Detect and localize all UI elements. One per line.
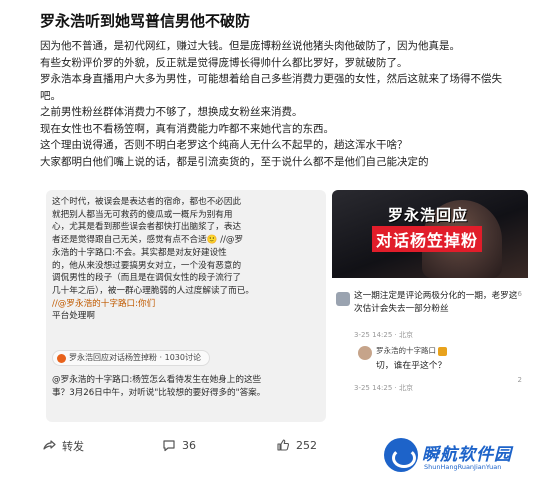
video-thumbnail: 罗永浩回应 对话杨笠掉粉 <box>332 190 528 278</box>
screenshot-image-left[interactable]: 这个时代，被误会是表达者的宿命，都也不必因此 就把别人都当无可救药的傻瓜或一概斥… <box>46 190 326 422</box>
screenshot-line: //@罗永浩的十字路口:你们 <box>52 298 156 309</box>
screenshot-line: @罗永浩的十字路口:杨笠怎么看待发生在她身上的这些 <box>52 375 262 385</box>
screenshot-line: 几十年之后），被一群心理脆弱的人过度解读了而已。 <box>52 285 254 296</box>
screenshot-text-block-2: @罗永浩的十字路口:杨笠怎么看待发生在她身上的这些 事？3月26日中午，对听说"… <box>52 374 320 399</box>
comment-button[interactable]: 36 <box>162 438 196 452</box>
post-paragraph: 有些女粉评价罗的外貌，反正就是觉得庞博长得帅什么都比罗好，罗就破防了。 <box>40 56 408 69</box>
screenshot-line: 就把别人都当无可救药的傻瓜或一概斥为别有用 <box>52 209 233 220</box>
screenshot-line: 平台处理啊 <box>52 311 95 322</box>
like-count: 252 <box>296 438 317 452</box>
post-paragraph: 这个理由说得通，否则不明白老罗这个纯商人无什么不起早的，趟这浑水干啥？ <box>40 139 408 151</box>
share-button[interactable]: 转发 <box>42 438 84 454</box>
post-body: 因为他不普通，是初代网红，赚过大钱。但是庞博粉丝说他猪头肉他破防了，因为他真是。… <box>40 38 518 170</box>
post-title: 罗永浩听到她骂普信男他不破防 <box>40 12 251 30</box>
comment-icon <box>163 440 175 452</box>
post-paragraph: 因为他不普通，是初代网红，赚过大钱。但是庞博粉丝说他猪头肉他破防了，因为他真是。 <box>40 40 460 52</box>
commenter-avatar <box>336 292 350 306</box>
topic-tag-label: 罗永浩回应对话杨笠掉粉 · 1030讨论 <box>69 353 201 362</box>
screenshot-image-right[interactable]: 罗永浩回应 对话杨笠掉粉 这一期注定是评论两极分化的一期，老罗这次估计会失去一部… <box>332 190 528 422</box>
screenshot-text-block: 这个时代，被误会是表达者的宿命，都也不必因此 就把别人都当无可救药的傻瓜或一概斥… <box>52 196 320 323</box>
thumbs-up-icon <box>277 439 290 451</box>
post-paragraph: 现在女性也不看杨笠啊，真有消费能力咋都不来她代言的东西。 <box>40 122 334 135</box>
reply-author: 罗永浩的十字路口 <box>376 345 447 356</box>
watermark-logo-icon <box>384 438 418 472</box>
share-icon <box>43 440 56 450</box>
comment-like-count: 126 <box>508 290 522 298</box>
video-caption-line1: 罗永浩回应 <box>388 206 469 224</box>
topic-tag[interactable]: 罗永浩回应对话杨笠掉粉 · 1030讨论 <box>52 350 210 366</box>
post-paragraph: 罗永浩本身直播用户大多为男性，可能想着给自己多些消费力更强的女性，然后这就来了场… <box>40 73 502 102</box>
post-paragraph: 大家都明白他们嘴上说的话，都是引流卖货的，至于说什么都不是他们自己能决定的 <box>40 155 429 168</box>
post-media: 这个时代，被误会是表达者的宿命，都也不必因此 就把别人都当无可救药的傻瓜或一概斥… <box>40 190 530 422</box>
screenshot-line: 心，尤其是看到那些误会者都快打出脑浆了，表达 <box>52 222 242 233</box>
reply-text: 切，谁在乎这个？ <box>376 361 447 371</box>
screenshot-line: 调侃男性的段子（而且是在调侃女性的段子流行了 <box>52 273 242 284</box>
topic-tag-icon <box>57 353 66 363</box>
watermark-sub: ShunHangRuanJianYuan <box>424 463 502 471</box>
screenshot-line: 这个时代，被误会是表达者的宿命，都也不必因此 <box>52 197 242 207</box>
share-label: 转发 <box>62 440 84 453</box>
reply-time: 3-25 14:25 · 北京 <box>354 384 413 392</box>
screenshot-line: 事？3月26日中午，对听说"比较想的要好得多的"答案。 <box>52 387 266 398</box>
post-paragraph: 之前男性粉丝群体消费力不够了，想换成女粉丝来消费。 <box>40 106 303 118</box>
screenshot-line: 者还是觉得跟自己无关，感觉有点不合适🙂 //@罗 <box>52 235 244 246</box>
reply-avatar <box>358 346 372 360</box>
watermark-brand: 瞬航软件园 <box>422 445 512 465</box>
comment-count: 36 <box>182 438 196 452</box>
comment-time: 3-25 14:25 · 北京 <box>354 331 413 339</box>
reply-author-name: 罗永浩的十字路口 <box>376 346 436 355</box>
comment-section: 这一期注定是评论两极分化的一期，老罗这次估计会失去一部分粉丝 3-25 14:2… <box>332 278 528 422</box>
video-caption-line2: 对话杨笠掉粉 <box>372 226 483 252</box>
comment-text: 这一期注定是评论两极分化的一期，老罗这次估计会失去一部分粉丝 <box>354 291 518 314</box>
site-watermark: 瞬航软件园 ShunHangRuanJianYuan <box>384 436 534 480</box>
like-button[interactable]: 252 <box>276 438 317 452</box>
reply-like-count: 2 <box>517 376 522 384</box>
screenshot-line: 的，他从来没想过要搞男女对立，一个没有恶意的 <box>52 260 242 271</box>
verified-badge-icon <box>438 346 447 356</box>
screenshot-line: 永浩的十字路口:不会。其实都是对友好建设性 <box>52 247 227 258</box>
